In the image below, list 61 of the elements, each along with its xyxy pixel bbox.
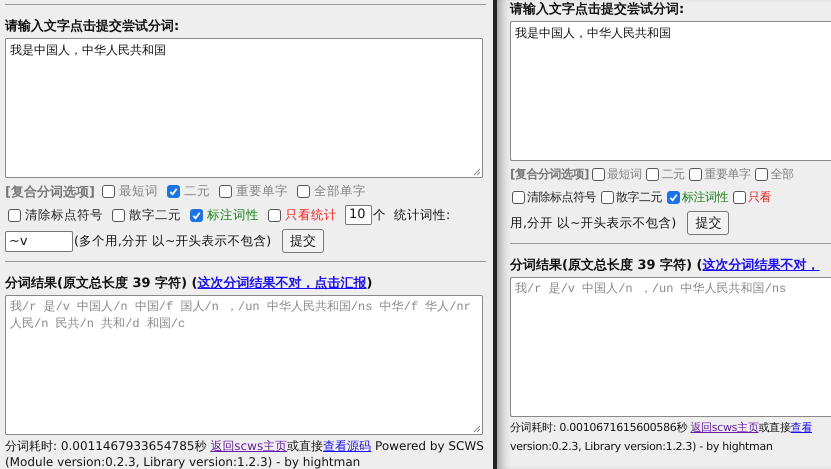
- checkbox[interactable]: [755, 168, 768, 181]
- checkbox[interactable]: [8, 208, 21, 222]
- report-link[interactable]: 这次分词结果不对，点击汇报: [198, 276, 366, 291]
- checkbox[interactable]: [646, 168, 660, 181]
- checkbox[interactable]: [733, 191, 746, 204]
- options-label: [复合分词选项]: [510, 166, 589, 183]
- checkbox[interactable]: [112, 208, 125, 222]
- text-input-area[interactable]: 我是中国人，中华人民共和国: [510, 21, 831, 161]
- checkbox-label: 二元: [661, 166, 684, 183]
- checkbox-label: 散字二元: [129, 206, 181, 224]
- option-text: 个: [373, 206, 386, 224]
- result-area: 我/r 是/v 中国人/n ，/un 中华人民共和国/ns: [510, 277, 831, 417]
- checkbox[interactable]: [296, 185, 310, 198]
- checkbox[interactable]: [512, 191, 525, 204]
- checkbox-label: 重要单字: [236, 183, 288, 200]
- checkbox[interactable]: [190, 208, 203, 222]
- result-heading: 分词结果(原文总长度 39 字符) (这次分词结果不对，点击汇报): [5, 276, 372, 291]
- checkbox[interactable]: [689, 168, 702, 181]
- footer-link[interactable]: 返回scws主页: [690, 421, 758, 434]
- checkbox-label: 散字二元: [616, 189, 662, 206]
- checkbox-label: 最短词: [118, 183, 158, 200]
- checkbox-label: 二元: [184, 183, 210, 200]
- checkbox-label: 标注词性: [682, 189, 728, 206]
- text-input-area[interactable]: 我是中国人，中华人民共和国: [5, 38, 483, 178]
- count-field[interactable]: 10: [345, 205, 372, 225]
- options-label: [复合分词选项]: [5, 184, 95, 200]
- checkbox[interactable]: [667, 191, 680, 204]
- checkbox-label: 清除标点符号: [25, 206, 103, 224]
- checkbox[interactable]: [102, 185, 115, 198]
- submit-button[interactable]: 提交: [687, 211, 730, 235]
- checkbox-label: 最短词: [606, 166, 642, 183]
- checkbox-label: 全部: [770, 166, 794, 183]
- footer-link[interactable]: 查看源码: [323, 439, 372, 453]
- footer-link[interactable]: 查看: [790, 421, 812, 434]
- checkbox[interactable]: [218, 185, 232, 198]
- footer-text: 分词耗时: 0.0011467933654785秒 返回scws主页或直接查看源码 Powered by SCWS (Module version:0.2.3, Library version:1.2.3) - by hightman: [5, 438, 485, 469]
- checkbox-label: 标注词性: [207, 206, 259, 224]
- submit-button[interactable]: 提交: [282, 229, 324, 253]
- prompt-heading: 请输入文字点击提交尝试分词:: [510, 0, 686, 18]
- option-text: (多个用,分开 以~开头表示不包含): [74, 232, 272, 250]
- result-heading: 分词结果(原文总长度 39 字符) (这次分词结果不对，: [510, 258, 820, 273]
- checkbox[interactable]: [268, 208, 281, 222]
- option-text: 统计词性:: [394, 206, 450, 224]
- checkbox[interactable]: [592, 168, 605, 181]
- checkbox-label: 全部单字: [314, 183, 366, 200]
- result-area: 我/r 是/v 中国人/n 中国/f 国人/n ，/un 中华人民共和国/ns 中华/f 华人/nr 人民/n 民共/n 共和/d 和国/c: [5, 295, 483, 435]
- pos-field[interactable]: ~v: [5, 230, 73, 252]
- option-text: 用,分开 以~开头表示不包含): [510, 214, 676, 232]
- checkbox[interactable]: [166, 185, 180, 198]
- footer-text: version:0.2.3, Library version:1.2.3) - by hightman: [510, 439, 774, 455]
- checkbox-label: 只看: [748, 189, 771, 206]
- resize-grip-icon[interactable]: [473, 168, 481, 176]
- report-link[interactable]: 这次分词结果不对，: [702, 258, 820, 273]
- prompt-heading: 请输入文字点击提交尝试分词:: [5, 18, 180, 35]
- checkbox-label: 只看统计: [285, 206, 337, 224]
- footer-link[interactable]: 返回scws主页: [210, 439, 288, 453]
- footer-text: 分词耗时: 0.0010671615600586秒 返回scws主页或直接查看: [510, 420, 813, 436]
- resize-grip-icon[interactable]: [473, 425, 481, 433]
- checkbox[interactable]: [601, 191, 614, 204]
- checkbox-label: 重要单字: [704, 166, 750, 183]
- checkbox-label: 清除标点符号: [527, 189, 596, 206]
